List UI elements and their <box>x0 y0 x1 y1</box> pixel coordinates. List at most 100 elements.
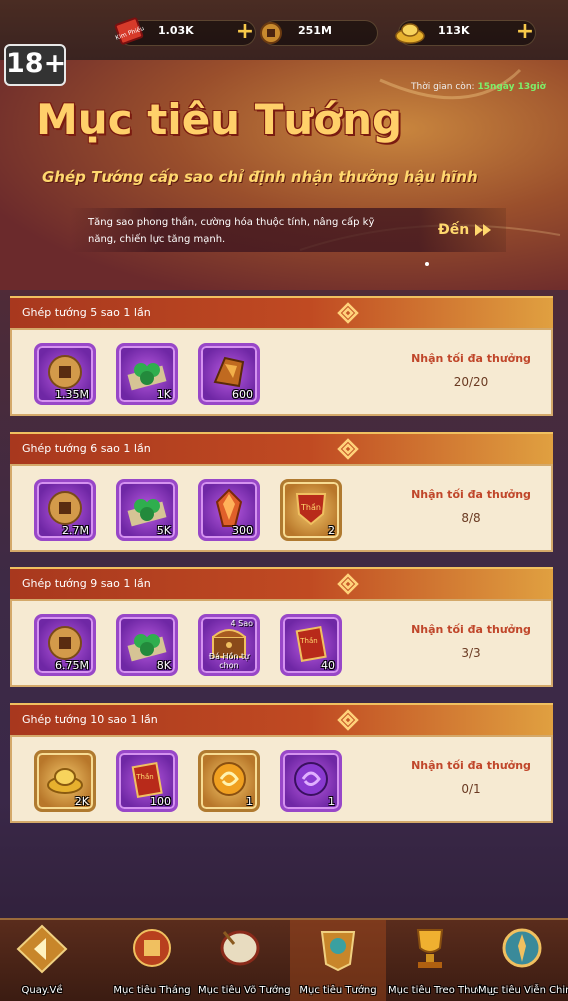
item-count: 2K <box>74 795 89 808</box>
knot-ornament-icon <box>337 302 359 324</box>
timer-label: Thời gian còn: <box>411 82 475 92</box>
hero-card-icon: Thần <box>131 761 163 798</box>
event-title: Mục tiêu Tướng <box>36 95 403 144</box>
task-progress: 0/1 <box>461 782 481 796</box>
hero-goal-icon <box>320 931 356 972</box>
double-arrow-icon <box>475 224 492 236</box>
add-gold-button[interactable]: + <box>514 21 536 44</box>
event-description: Tăng sao phong thần, cường hóa thuộc tín… <box>88 217 375 245</box>
task-title: Ghép tướng 5 sao 1 lần <box>22 306 151 319</box>
reward-item[interactable]: 1K <box>116 343 178 405</box>
reward-item[interactable]: 1 <box>198 750 260 812</box>
crystal-icon <box>215 488 243 527</box>
reward-item[interactable]: Thần 2 <box>280 479 342 541</box>
task-rewards: 1.35M 1K 600 Nhận tối đa thưởng 20/20 <box>10 328 553 416</box>
nav-expedition-goal[interactable]: Mục tiêu Viễn Chinh <box>478 920 568 1001</box>
nav-month-goal[interactable]: Mục tiêu Tháng <box>110 920 194 1001</box>
task-header: Ghép tướng 5 sao 1 lần <box>10 296 553 328</box>
reward-item[interactable]: 8K <box>116 614 178 676</box>
knot-ornament-icon <box>337 573 359 595</box>
jade-beads-icon <box>127 363 167 391</box>
reward-item[interactable]: Thần 100 <box>116 750 178 812</box>
ore-icon <box>213 356 245 388</box>
task-progress: 3/3 <box>461 646 481 660</box>
task-rewards: 2K Thần 100 1 1 Nhận tối đa thưởng 0/1 <box>10 735 553 823</box>
task-rewards: 6.75M 8K 4 Sao Đá Hồn tự chọn Thần 40 Nh… <box>10 599 553 687</box>
bottom-nav: Quay.Về Mục tiêu Tháng Mục tiêu Võ Tướng… <box>0 918 568 1001</box>
task-progress: 20/20 <box>453 375 489 389</box>
resource-ticket: Kim Phiếu 1.03K + <box>115 17 256 46</box>
reward-item[interactable]: 1.35M <box>34 343 96 405</box>
month-goal-icon <box>133 929 171 967</box>
card-icon-text: Thần <box>299 637 317 645</box>
nav-hero-goal[interactable]: Mục tiêu Tướng <box>290 920 386 1001</box>
expedition-icon <box>502 928 542 968</box>
nav-bounty-goal[interactable]: Mục tiêu Treo Thưởng <box>388 920 496 1001</box>
hero-card-icon: Thần <box>295 625 327 662</box>
knot-ornament-icon <box>337 709 359 731</box>
event-timer: Thời gian còn: 15ngày 13giờ <box>411 82 546 92</box>
item-count: 600 <box>232 388 253 401</box>
item-count: 300 <box>232 524 253 537</box>
resource-bar: Kim Phiếu 1.03K + 251M 113K + <box>0 0 568 60</box>
resource-ticket-value: 1.03K <box>158 24 194 37</box>
resource-coin: 251M <box>260 20 378 46</box>
add-ticket-button[interactable]: + <box>234 21 256 44</box>
task-rewards: 2.7M 5K 300 Thần 2 Nhận tối đa thưởng 8/… <box>10 464 553 552</box>
task-title: Ghép tướng 10 sao 1 lần <box>22 713 158 726</box>
item-count: 6.75M <box>55 659 89 672</box>
coin-icon <box>48 355 82 389</box>
task-header: Ghép tướng 10 sao 1 lần <box>10 703 553 735</box>
resource-gold-value: 113K <box>438 24 470 37</box>
goto-button[interactable]: Đến <box>438 222 494 238</box>
purple-orb-icon <box>294 762 328 796</box>
task-header: Ghép tướng 9 sao 1 lần <box>10 567 553 599</box>
gold-ingot-icon <box>47 768 83 794</box>
nav-label: Mục tiêu Võ Tướng <box>198 985 291 996</box>
reward-item[interactable]: Thần 40 <box>280 614 342 676</box>
back-button[interactable]: Quay.Về <box>0 920 84 1001</box>
max-reward-label: Nhận tối đa thưởng <box>411 352 531 365</box>
item-count: 1K <box>156 388 171 401</box>
trophy-icon <box>416 929 444 968</box>
item-count: 2 <box>328 524 335 537</box>
jade-beads-icon <box>127 499 167 527</box>
item-count: 1.35M <box>55 388 89 401</box>
jade-beads-icon <box>127 634 167 662</box>
item-count: 8K <box>156 659 171 672</box>
nav-martial-goal[interactable]: Mục tiêu Võ Tướng <box>198 920 291 1001</box>
reward-item[interactable]: 2K <box>34 750 96 812</box>
drum-icon <box>220 930 260 966</box>
reward-item[interactable]: 300 <box>198 479 260 541</box>
reward-item[interactable]: 600 <box>198 343 260 405</box>
reward-item[interactable]: 2.7M <box>34 479 96 541</box>
chest-name: Đá Hồn tự chọn <box>208 652 250 670</box>
card-icon-text: Thần <box>135 773 153 781</box>
ticket-icon: Kim Phiếu <box>115 17 145 45</box>
knot-ornament-icon <box>337 438 359 460</box>
shield-token-icon: Thần <box>295 493 327 526</box>
max-reward-label: Nhận tối đa thưởng <box>411 623 531 636</box>
nav-label: Mục tiêu Viễn Chinh <box>478 985 568 996</box>
max-reward-label: Nhận tối đa thưởng <box>411 488 531 501</box>
age-rating-badge: 18+ <box>4 44 66 86</box>
goto-label: Đến <box>438 222 470 238</box>
coin-icon <box>48 491 82 525</box>
reward-item[interactable]: 1 <box>280 750 342 812</box>
nav-label: Mục tiêu Treo Thưởng <box>388 985 496 996</box>
reward-item[interactable]: 4 Sao Đá Hồn tự chọn <box>198 614 260 676</box>
coin-icon <box>48 626 82 660</box>
task-title: Ghép tướng 9 sao 1 lần <box>22 577 151 590</box>
item-count: 1 <box>246 795 253 808</box>
chest-star-tag: 4 Sao <box>230 619 253 628</box>
item-count: 40 <box>321 659 335 672</box>
task-title: Ghép tướng 6 sao 1 lần <box>22 442 151 455</box>
task-header: Ghép tướng 6 sao 1 lần <box>10 432 553 464</box>
card-icon-text: Thần <box>300 502 321 512</box>
item-count: 2.7M <box>62 524 89 537</box>
reward-item[interactable]: 6.75M <box>34 614 96 676</box>
reward-item[interactable]: 5K <box>116 479 178 541</box>
nav-label: Mục tiêu Tướng <box>299 985 377 996</box>
task-progress: 8/8 <box>461 511 481 525</box>
event-subtitle: Ghép Tướng cấp sao chỉ định nhận thưởng … <box>42 168 478 186</box>
